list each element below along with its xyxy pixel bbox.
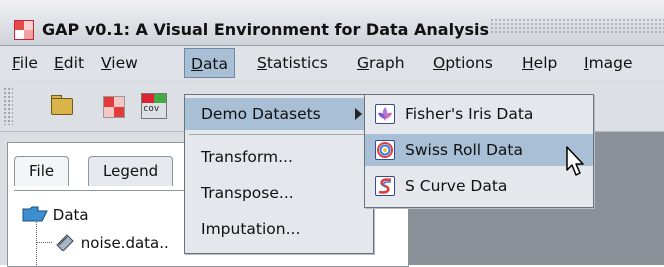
menu-item-label: S Curve Data (405, 177, 508, 195)
menu-view[interactable]: View (101, 54, 138, 72)
menu-item-label: Demo Datasets (201, 105, 321, 123)
heatmap-button[interactable] (96, 89, 130, 123)
menu-statistics[interactable]: Statistics (257, 54, 328, 72)
mouse-cursor-icon (566, 146, 584, 176)
application-window: GAP v0.1: A Visual Environment for Data … (0, 0, 664, 267)
dataset-file-icon (56, 234, 74, 252)
title-bar: GAP v0.1: A Visual Environment for Data … (0, 0, 664, 46)
menu-options[interactable]: Options (433, 54, 493, 72)
heatmap-icon (103, 96, 125, 118)
submenu-arrow-icon (355, 108, 362, 120)
demo-datasets-submenu: Fisher's Iris Data Swiss Roll Data S Cur… (364, 94, 594, 208)
folder-icon (22, 206, 48, 222)
menu-item-swiss-roll[interactable]: Swiss Roll Data (365, 134, 593, 166)
menu-data[interactable]: Data (184, 48, 236, 78)
menu-item-label: Transform... (201, 148, 293, 166)
menu-file[interactable]: File (12, 54, 38, 72)
tab-legend[interactable]: Legend (88, 156, 174, 186)
menu-item-s-curve[interactable]: S Curve Data (365, 170, 593, 202)
open-folder-button[interactable] (44, 89, 78, 123)
tree-node-data[interactable]: Data (22, 205, 89, 224)
iris-icon (375, 104, 395, 124)
menu-item-label: Fisher's Iris Data (405, 105, 534, 123)
menu-item-label: Transpose... (201, 184, 294, 202)
menu-item-demo-datasets[interactable]: Demo Datasets (185, 98, 373, 130)
menu-item-transpose[interactable]: Transpose... (185, 177, 373, 209)
menu-item-label: Imputation... (201, 220, 301, 238)
menu-item-label: Swiss Roll Data (405, 141, 524, 159)
cov-icon: cov (141, 93, 167, 119)
menu-graph[interactable]: Graph (357, 54, 405, 72)
tree-node-label: Data (52, 206, 89, 224)
menu-help[interactable]: Help (522, 54, 557, 72)
menu-bar: File Edit View Data Statistics Graph Opt… (0, 46, 664, 80)
tree-node-label: noise.data.. (80, 234, 169, 252)
menu-item-iris[interactable]: Fisher's Iris Data (365, 98, 593, 130)
toolbar-grip[interactable] (3, 87, 13, 125)
app-icon (14, 20, 34, 40)
cov-icon-label: cov (143, 104, 160, 114)
tab-file[interactable]: File (14, 156, 70, 186)
menu-item-transform[interactable]: Transform... (185, 141, 373, 173)
tree-branch (36, 242, 52, 243)
tree-node-noise[interactable]: noise.data.. (54, 233, 169, 252)
title-bar-grip (490, 18, 664, 34)
swiss-roll-icon (375, 140, 395, 160)
menu-separator (189, 134, 369, 135)
menu-item-imputation[interactable]: Imputation... (185, 213, 373, 245)
data-menu: Demo Datasets Transform... Transpose... … (184, 94, 374, 254)
window-title: GAP v0.1: A Visual Environment for Data … (42, 20, 490, 39)
menu-image[interactable]: Image (584, 54, 633, 72)
s-curve-icon (375, 176, 395, 196)
menu-edit[interactable]: Edit (54, 54, 84, 72)
cov-button[interactable]: cov (136, 89, 170, 123)
